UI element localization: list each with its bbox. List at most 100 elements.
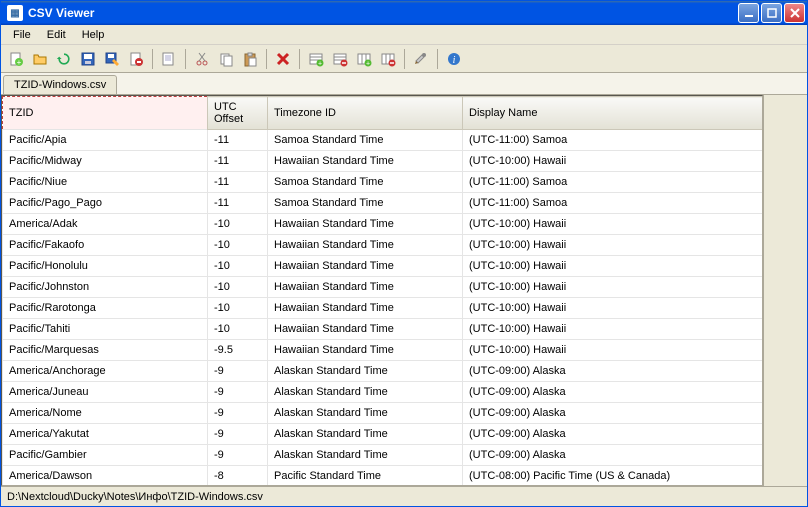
table-cell[interactable]: (UTC-11:00) Samoa <box>463 193 763 214</box>
new-file-button[interactable]: + <box>5 48 27 70</box>
table-cell[interactable]: America/Juneau <box>3 382 208 403</box>
table-cell[interactable]: Alaskan Standard Time <box>268 424 463 445</box>
table-cell[interactable]: -11 <box>208 151 268 172</box>
table-cell[interactable]: (UTC-11:00) Samoa <box>463 130 763 151</box>
table-cell[interactable]: -9 <box>208 424 268 445</box>
menu-file[interactable]: File <box>5 27 39 43</box>
table-row[interactable]: Pacific/Apia-11Samoa Standard Time(UTC-1… <box>3 130 763 151</box>
table-row[interactable]: Pacific/Gambier-9Alaskan Standard Time(U… <box>3 445 763 466</box>
table-cell[interactable]: -11 <box>208 130 268 151</box>
close-file-button[interactable] <box>125 48 147 70</box>
table-cell[interactable]: Pacific/Fakaofo <box>3 235 208 256</box>
table-cell[interactable]: Pacific/Johnston <box>3 277 208 298</box>
delete-col-button[interactable] <box>377 48 399 70</box>
table-row[interactable]: America/Yakutat-9Alaskan Standard Time(U… <box>3 424 763 445</box>
table-cell[interactable]: (UTC-09:00) Alaska <box>463 424 763 445</box>
table-cell[interactable]: -10 <box>208 235 268 256</box>
table-cell[interactable]: (UTC-10:00) Hawaii <box>463 319 763 340</box>
table-cell[interactable]: -10 <box>208 277 268 298</box>
table-cell[interactable]: Samoa Standard Time <box>268 130 463 151</box>
table-cell[interactable]: -9 <box>208 361 268 382</box>
table-cell[interactable]: (UTC-10:00) Hawaii <box>463 235 763 256</box>
table-cell[interactable]: Pacific Standard Time <box>268 466 463 487</box>
table-cell[interactable]: Hawaiian Standard Time <box>268 298 463 319</box>
cut-button[interactable] <box>191 48 213 70</box>
table-cell[interactable]: Hawaiian Standard Time <box>268 151 463 172</box>
table-cell[interactable]: (UTC-09:00) Alaska <box>463 361 763 382</box>
table-cell[interactable]: (UTC-09:00) Alaska <box>463 382 763 403</box>
column-header[interactable]: TZID <box>3 97 208 130</box>
delete-row-button[interactable] <box>329 48 351 70</box>
column-header[interactable]: Timezone ID <box>268 97 463 130</box>
delete-button[interactable] <box>272 48 294 70</box>
table-cell[interactable]: Pacific/Tahiti <box>3 319 208 340</box>
table-row[interactable]: America/Juneau-9Alaskan Standard Time(UT… <box>3 382 763 403</box>
table-cell[interactable]: -11 <box>208 193 268 214</box>
table-row[interactable]: America/Nome-9Alaskan Standard Time(UTC-… <box>3 403 763 424</box>
table-cell[interactable]: America/Anchorage <box>3 361 208 382</box>
table-cell[interactable]: Pacific/Midway <box>3 151 208 172</box>
table-cell[interactable]: -10 <box>208 214 268 235</box>
table-cell[interactable]: (UTC-10:00) Hawaii <box>463 298 763 319</box>
table-cell[interactable]: Pacific/Honolulu <box>3 256 208 277</box>
table-cell[interactable]: Pacific/Niue <box>3 172 208 193</box>
table-cell[interactable]: Pacific/Marquesas <box>3 340 208 361</box>
table-cell[interactable]: (UTC-11:00) Samoa <box>463 172 763 193</box>
file-tab[interactable]: TZID-Windows.csv <box>3 75 117 94</box>
table-row[interactable]: America/Adak-10Hawaiian Standard Time(UT… <box>3 214 763 235</box>
table-cell[interactable]: -9.5 <box>208 340 268 361</box>
menu-help[interactable]: Help <box>74 27 113 43</box>
table-row[interactable]: Pacific/Marquesas-9.5Hawaiian Standard T… <box>3 340 763 361</box>
table-cell[interactable]: -11 <box>208 172 268 193</box>
column-header[interactable]: Display Name <box>463 97 763 130</box>
table-cell[interactable]: (UTC-09:00) Alaska <box>463 403 763 424</box>
table-cell[interactable]: Pacific/Rarotonga <box>3 298 208 319</box>
table-cell[interactable]: America/Dawson <box>3 466 208 487</box>
table-cell[interactable]: (UTC-08:00) Pacific Time (US & Canada) <box>463 466 763 487</box>
table-cell[interactable]: America/Nome <box>3 403 208 424</box>
reload-button[interactable] <box>53 48 75 70</box>
table-cell[interactable]: Alaskan Standard Time <box>268 403 463 424</box>
table-cell[interactable]: Hawaiian Standard Time <box>268 235 463 256</box>
table-cell[interactable]: Hawaiian Standard Time <box>268 340 463 361</box>
table-cell[interactable]: (UTC-10:00) Hawaii <box>463 340 763 361</box>
table-cell[interactable]: Hawaiian Standard Time <box>268 319 463 340</box>
insert-row-button[interactable]: + <box>305 48 327 70</box>
table-cell[interactable]: -8 <box>208 466 268 487</box>
paste-button[interactable] <box>239 48 261 70</box>
save-button[interactable] <box>77 48 99 70</box>
table-cell[interactable]: -9 <box>208 445 268 466</box>
titlebar[interactable]: ▦ CSV Viewer <box>1 1 807 25</box>
table-cell[interactable]: Samoa Standard Time <box>268 193 463 214</box>
table-row[interactable]: Pacific/Honolulu-10Hawaiian Standard Tim… <box>3 256 763 277</box>
table-row[interactable]: Pacific/Midway-11Hawaiian Standard Time(… <box>3 151 763 172</box>
table-cell[interactable]: -9 <box>208 382 268 403</box>
table-row[interactable]: Pacific/Fakaofo-10Hawaiian Standard Time… <box>3 235 763 256</box>
table-cell[interactable]: -9 <box>208 403 268 424</box>
table-cell[interactable]: -10 <box>208 298 268 319</box>
table-cell[interactable]: Hawaiian Standard Time <box>268 277 463 298</box>
table-row[interactable]: America/Anchorage-9Alaskan Standard Time… <box>3 361 763 382</box>
table-row[interactable]: Pacific/Rarotonga-10Hawaiian Standard Ti… <box>3 298 763 319</box>
table-cell[interactable]: (UTC-10:00) Hawaii <box>463 277 763 298</box>
table-row[interactable]: Pacific/Johnston-10Hawaiian Standard Tim… <box>3 277 763 298</box>
table-cell[interactable]: America/Yakutat <box>3 424 208 445</box>
about-button[interactable]: i <box>443 48 465 70</box>
table-cell[interactable]: -10 <box>208 319 268 340</box>
table-row[interactable]: Pacific/Pago_Pago-11Samoa Standard Time(… <box>3 193 763 214</box>
table-cell[interactable]: Pacific/Gambier <box>3 445 208 466</box>
preview-button[interactable] <box>158 48 180 70</box>
table-cell[interactable]: Pacific/Apia <box>3 130 208 151</box>
minimize-button[interactable] <box>738 3 759 23</box>
grid-scroll[interactable]: TZIDUTC OffsetTimezone IDDisplay Name Pa… <box>1 95 763 486</box>
table-cell[interactable]: Samoa Standard Time <box>268 172 463 193</box>
menu-edit[interactable]: Edit <box>39 27 74 43</box>
table-row[interactable]: America/Dawson-8Pacific Standard Time(UT… <box>3 466 763 487</box>
copy-button[interactable] <box>215 48 237 70</box>
table-cell[interactable]: Alaskan Standard Time <box>268 445 463 466</box>
maximize-button[interactable] <box>761 3 782 23</box>
table-cell[interactable]: Pacific/Pago_Pago <box>3 193 208 214</box>
save-as-button[interactable] <box>101 48 123 70</box>
table-cell[interactable]: Hawaiian Standard Time <box>268 214 463 235</box>
table-cell[interactable]: America/Adak <box>3 214 208 235</box>
